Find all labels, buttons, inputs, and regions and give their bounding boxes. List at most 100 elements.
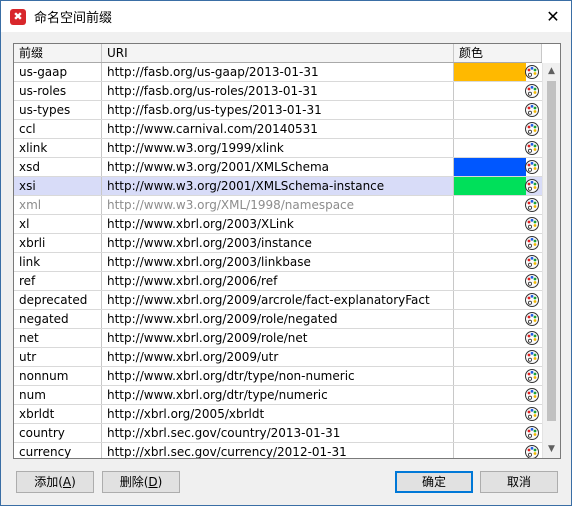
uri-cell[interactable]: http://xbrl.sec.gov/currency/2012-01-31: [102, 443, 454, 458]
color-cell[interactable]: [454, 424, 542, 442]
prefix-cell[interactable]: xml: [14, 196, 102, 214]
prefix-cell[interactable]: xsd: [14, 158, 102, 176]
color-palette-icon[interactable]: [524, 64, 540, 80]
color-cell[interactable]: [454, 139, 542, 157]
prefix-cell[interactable]: xlink: [14, 139, 102, 157]
table-row[interactable]: ref http://www.xbrl.org/2006/ref: [14, 272, 542, 291]
color-cell[interactable]: [454, 158, 542, 176]
prefix-cell[interactable]: nonnum: [14, 367, 102, 385]
prefix-cell[interactable]: us-gaap: [14, 63, 102, 81]
uri-cell[interactable]: http://fasb.org/us-types/2013-01-31: [102, 101, 454, 119]
color-palette-icon[interactable]: [524, 330, 540, 346]
color-palette-icon[interactable]: [524, 121, 540, 137]
uri-cell[interactable]: http://www.w3.org/1999/xlink: [102, 139, 454, 157]
add-button[interactable]: 添加(A): [16, 471, 94, 493]
color-palette-icon[interactable]: [524, 406, 540, 422]
column-header-uri[interactable]: URI: [102, 44, 454, 62]
color-cell[interactable]: [454, 405, 542, 423]
uri-cell[interactable]: http://www.xbrl.org/2009/utr: [102, 348, 454, 366]
color-palette-icon[interactable]: [524, 83, 540, 99]
color-palette-icon[interactable]: [524, 178, 540, 194]
column-header-prefix[interactable]: 前缀: [14, 44, 102, 62]
prefix-cell[interactable]: us-types: [14, 101, 102, 119]
color-cell[interactable]: [454, 234, 542, 252]
scroll-down-arrow-icon[interactable]: ▼: [543, 441, 560, 458]
table-row[interactable]: us-gaap http://fasb.org/us-gaap/2013-01-3…: [14, 63, 542, 82]
prefix-cell[interactable]: utr: [14, 348, 102, 366]
uri-cell[interactable]: http://xbrl.sec.gov/country/2013-01-31: [102, 424, 454, 442]
table-row[interactable]: us-roles http://fasb.org/us-roles/2013-01…: [14, 82, 542, 101]
color-palette-icon[interactable]: [524, 292, 540, 308]
color-cell[interactable]: [454, 82, 542, 100]
color-cell[interactable]: [454, 443, 542, 458]
table-row[interactable]: net http://www.xbrl.org/2009/role/net: [14, 329, 542, 348]
color-palette-icon[interactable]: [524, 102, 540, 118]
color-palette-icon[interactable]: [524, 425, 540, 441]
table-row[interactable]: ccl http://www.carnival.com/20140531: [14, 120, 542, 139]
color-palette-icon[interactable]: [524, 368, 540, 384]
column-header-color[interactable]: 颜色: [454, 44, 542, 62]
color-cell[interactable]: [454, 386, 542, 404]
uri-cell[interactable]: http://www.xbrl.org/dtr/type/non-numeric: [102, 367, 454, 385]
prefix-cell[interactable]: num: [14, 386, 102, 404]
table-row[interactable]: xsi http://www.w3.org/2001/XMLSchema-inst…: [14, 177, 542, 196]
table-row[interactable]: xl http://www.xbrl.org/2003/XLink: [14, 215, 542, 234]
prefix-cell[interactable]: xsi: [14, 177, 102, 195]
uri-cell[interactable]: http://www.xbrl.org/2009/role/negated: [102, 310, 454, 328]
color-palette-icon[interactable]: [524, 444, 540, 458]
scroll-up-arrow-icon[interactable]: ▲: [543, 63, 560, 80]
color-palette-icon[interactable]: [524, 311, 540, 327]
color-palette-icon[interactable]: [524, 197, 540, 213]
prefix-cell[interactable]: xbrli: [14, 234, 102, 252]
uri-cell[interactable]: http://www.xbrl.org/2006/ref: [102, 272, 454, 290]
color-cell[interactable]: [454, 348, 542, 366]
color-cell[interactable]: [454, 63, 542, 81]
color-cell[interactable]: [454, 120, 542, 138]
prefix-cell[interactable]: xbrldt: [14, 405, 102, 423]
table-row[interactable]: link http://www.xbrl.org/2003/linkbase: [14, 253, 542, 272]
uri-cell[interactable]: http://www.xbrl.org/2009/role/net: [102, 329, 454, 347]
color-cell[interactable]: [454, 101, 542, 119]
table-row[interactable]: country http://xbrl.sec.gov/country/2013-…: [14, 424, 542, 443]
color-palette-icon[interactable]: [524, 387, 540, 403]
color-palette-icon[interactable]: [524, 159, 540, 175]
table-row[interactable]: negated http://www.xbrl.org/2009/role/neg…: [14, 310, 542, 329]
uri-cell[interactable]: http://www.xbrl.org/dtr/type/numeric: [102, 386, 454, 404]
uri-cell[interactable]: http://www.xbrl.org/2003/instance: [102, 234, 454, 252]
cancel-button[interactable]: 取消: [480, 471, 558, 493]
prefix-cell[interactable]: currency: [14, 443, 102, 458]
color-cell[interactable]: [454, 215, 542, 233]
uri-cell[interactable]: http://www.w3.org/2001/XMLSchema-instanc…: [102, 177, 454, 195]
color-palette-icon[interactable]: [524, 140, 540, 156]
uri-cell[interactable]: http://fasb.org/us-gaap/2013-01-31: [102, 63, 454, 81]
color-cell[interactable]: [454, 272, 542, 290]
color-cell[interactable]: [454, 196, 542, 214]
uri-cell[interactable]: http://fasb.org/us-roles/2013-01-31: [102, 82, 454, 100]
table-row[interactable]: xbrldt http://xbrl.org/2005/xbrldt: [14, 405, 542, 424]
table-row[interactable]: num http://www.xbrl.org/dtr/type/numeric: [14, 386, 542, 405]
prefix-cell[interactable]: deprecated: [14, 291, 102, 309]
uri-cell[interactable]: http://www.xbrl.org/2003/XLink: [102, 215, 454, 233]
prefix-cell[interactable]: link: [14, 253, 102, 271]
close-button[interactable]: ✕: [535, 1, 571, 32]
uri-cell[interactable]: http://www.xbrl.org/2009/arcrole/fact-ex…: [102, 291, 454, 309]
table-row[interactable]: us-types http://fasb.org/us-types/2013-01…: [14, 101, 542, 120]
table-row[interactable]: nonnum http://www.xbrl.org/dtr/type/non-n…: [14, 367, 542, 386]
prefix-cell[interactable]: ccl: [14, 120, 102, 138]
prefix-cell[interactable]: xl: [14, 215, 102, 233]
ok-button[interactable]: 确定: [395, 471, 473, 493]
color-cell[interactable]: [454, 253, 542, 271]
table-row[interactable]: deprecated http://www.xbrl.org/2009/arcro…: [14, 291, 542, 310]
delete-button[interactable]: 删除(D): [102, 471, 180, 493]
color-palette-icon[interactable]: [524, 235, 540, 251]
uri-cell[interactable]: http://xbrl.org/2005/xbrldt: [102, 405, 454, 423]
color-cell[interactable]: [454, 310, 542, 328]
color-cell[interactable]: [454, 291, 542, 309]
color-palette-icon[interactable]: [524, 349, 540, 365]
vertical-scrollbar[interactable]: ▲ ▼: [542, 63, 560, 458]
color-palette-icon[interactable]: [524, 273, 540, 289]
table-row[interactable]: xml http://www.w3.org/XML/1998/namespace: [14, 196, 542, 215]
uri-cell[interactable]: http://www.w3.org/2001/XMLSchema: [102, 158, 454, 176]
table-row[interactable]: currency http://xbrl.sec.gov/currency/201…: [14, 443, 542, 458]
table-row[interactable]: xlink http://www.w3.org/1999/xlink: [14, 139, 542, 158]
